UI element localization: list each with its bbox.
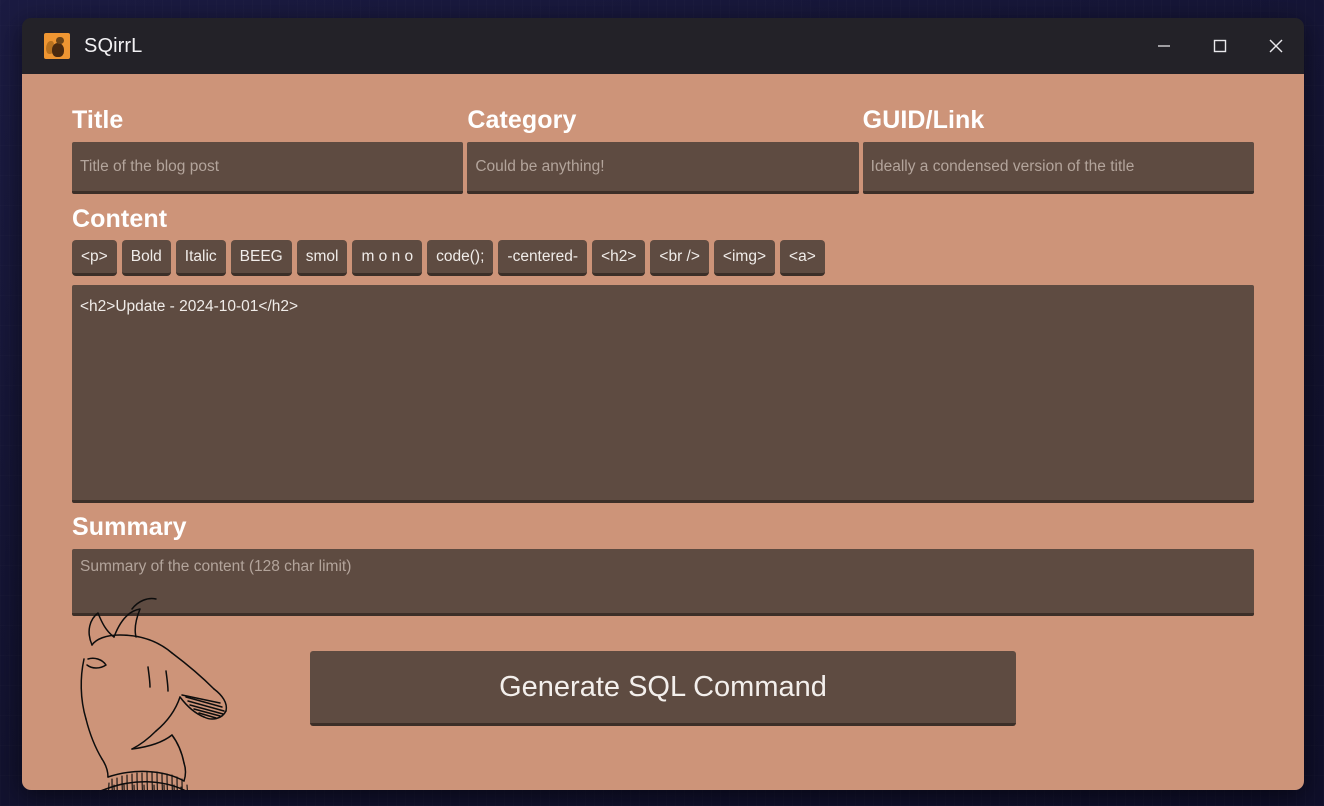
insert-h2-button[interactable]: <h2>: [592, 240, 645, 276]
title-label: Title: [72, 108, 463, 133]
insert-paragraph-button[interactable]: <p>: [72, 240, 117, 276]
insert-code-button[interactable]: code();: [427, 240, 493, 276]
application-window: SQirrL: [22, 18, 1304, 790]
insert-small-text-button[interactable]: smol: [297, 240, 348, 276]
squirrel-icon: [44, 33, 70, 59]
guid-label: GUID/Link: [863, 108, 1254, 133]
title-input[interactable]: [72, 142, 463, 194]
close-icon: [1267, 37, 1285, 55]
insert-centered-button[interactable]: -centered-: [498, 240, 587, 276]
title-field-group: Title: [72, 108, 463, 194]
insert-image-button[interactable]: <img>: [714, 240, 775, 276]
app-body: Title Category GUID/Link Content <p>Bold…: [22, 74, 1304, 790]
category-label: Category: [467, 108, 858, 133]
content-formatting-toolbar: <p>BoldItalicBEEGsmolm o n ocode();-cent…: [72, 240, 1254, 276]
summary-textarea[interactable]: [72, 549, 1254, 616]
maximize-button[interactable]: [1192, 18, 1248, 74]
close-button[interactable]: [1248, 18, 1304, 74]
guid-input[interactable]: [863, 142, 1254, 194]
content-textarea[interactable]: [72, 285, 1254, 503]
form-container: Title Category GUID/Link Content <p>Bold…: [22, 74, 1304, 726]
window-controls: [1136, 18, 1304, 74]
maximize-icon: [1212, 38, 1228, 54]
category-input[interactable]: [467, 142, 858, 194]
minimize-button[interactable]: [1136, 18, 1192, 74]
title-bar: SQirrL: [22, 18, 1304, 74]
insert-link-button[interactable]: <a>: [780, 240, 825, 276]
insert-monospace-button[interactable]: m o n o: [352, 240, 422, 276]
top-fields-row: Title Category GUID/Link: [72, 108, 1254, 194]
insert-italic-button[interactable]: Italic: [176, 240, 226, 276]
generate-sql-command-button[interactable]: Generate SQL Command: [310, 651, 1016, 726]
insert-big-text-button[interactable]: BEEG: [231, 240, 292, 276]
category-field-group: Category: [467, 108, 858, 194]
generate-button-row: Generate SQL Command: [72, 651, 1254, 726]
minimize-icon: [1156, 38, 1172, 54]
guid-field-group: GUID/Link: [863, 108, 1254, 194]
summary-label: Summary: [72, 515, 1254, 540]
insert-bold-button[interactable]: Bold: [122, 240, 171, 276]
insert-linebreak-button[interactable]: <br />: [650, 240, 709, 276]
app-title: SQirrL: [84, 35, 142, 58]
content-label: Content: [72, 207, 1254, 232]
